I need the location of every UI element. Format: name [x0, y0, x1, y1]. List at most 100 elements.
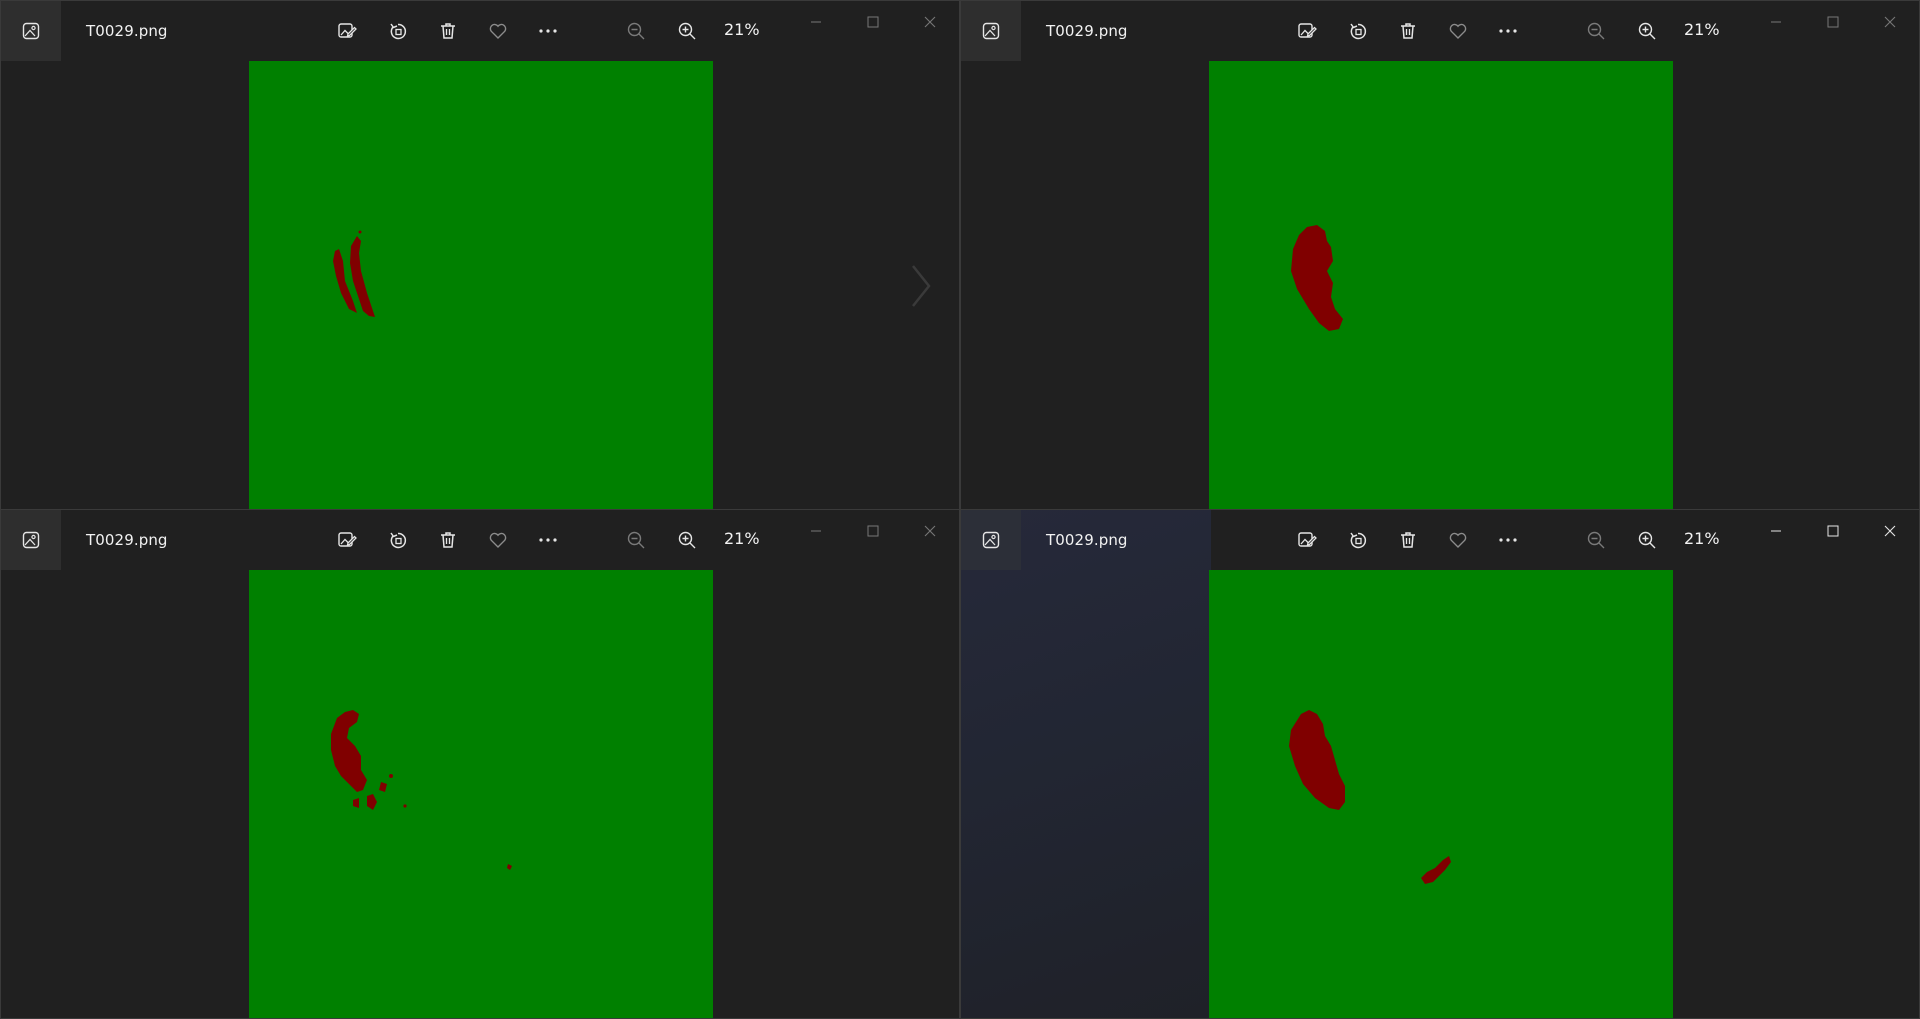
- close-button[interactable]: [907, 7, 953, 37]
- delete-icon: [441, 532, 455, 548]
- more-options-button[interactable]: [1491, 523, 1525, 557]
- zoom-level[interactable]: 21%: [1684, 20, 1720, 39]
- more-options-button[interactable]: [1491, 14, 1525, 48]
- close-button[interactable]: [1867, 7, 1913, 37]
- next-image-button[interactable]: [906, 261, 936, 311]
- minimize-button[interactable]: [1753, 7, 1799, 37]
- chevron-right-icon: [912, 265, 931, 307]
- maximize-button[interactable]: [850, 516, 896, 546]
- photos-app-icon[interactable]: [961, 1, 1021, 61]
- zoom-level[interactable]: 21%: [1684, 529, 1720, 548]
- image-canvas[interactable]: [961, 570, 1919, 1018]
- file-name: T0029.png: [86, 22, 168, 40]
- edit-image-button[interactable]: [1290, 14, 1324, 48]
- zoom-in-icon: [678, 22, 696, 40]
- minimize-icon: [1771, 21, 1781, 23]
- more-options-icon: [539, 29, 557, 33]
- close-button[interactable]: [1867, 516, 1913, 546]
- image-canvas[interactable]: [1, 61, 959, 509]
- rotate-icon: [1350, 532, 1367, 549]
- rotate-icon: [390, 23, 407, 40]
- rotate-button[interactable]: [1341, 523, 1375, 557]
- favorite-icon: [1449, 23, 1467, 39]
- delete-icon: [1401, 532, 1415, 548]
- edit-image-icon: [338, 23, 357, 38]
- rotate-icon: [390, 532, 407, 549]
- close-icon: [1884, 525, 1896, 537]
- zoom-out-button[interactable]: [619, 14, 653, 48]
- zoom-in-button[interactable]: [1630, 523, 1664, 557]
- photo-viewer-window-top-left: T0029.png 21%: [0, 0, 960, 510]
- edit-image-button[interactable]: [330, 523, 364, 557]
- close-button[interactable]: [907, 516, 953, 546]
- delete-button[interactable]: [431, 14, 465, 48]
- maximize-icon: [867, 525, 879, 537]
- edit-image-icon: [338, 532, 357, 547]
- favorite-button[interactable]: [481, 14, 515, 48]
- zoom-out-icon: [1587, 531, 1605, 549]
- segmentation-mask-image: [249, 61, 713, 509]
- rotate-button[interactable]: [381, 14, 415, 48]
- title-bar: T0029.png 21%: [961, 510, 1919, 570]
- mask-speck: [358, 230, 362, 234]
- favorite-button[interactable]: [1441, 14, 1475, 48]
- minimize-button[interactable]: [1753, 516, 1799, 546]
- edit-image-icon: [1298, 23, 1317, 38]
- maximize-button[interactable]: [850, 7, 896, 37]
- edit-image-button[interactable]: [330, 14, 364, 48]
- favorite-icon: [1449, 532, 1467, 548]
- more-options-button[interactable]: [531, 523, 565, 557]
- zoom-out-icon: [627, 531, 645, 549]
- photo-viewer-window-bottom-right: T0029.png 21%: [960, 509, 1920, 1019]
- favorite-button[interactable]: [481, 523, 515, 557]
- edit-image-icon: [1298, 532, 1317, 547]
- zoom-in-button[interactable]: [670, 14, 704, 48]
- favorite-icon: [489, 532, 507, 548]
- rotate-button[interactable]: [381, 523, 415, 557]
- maximize-button[interactable]: [1810, 7, 1856, 37]
- zoom-out-icon: [627, 22, 645, 40]
- zoom-out-button[interactable]: [1579, 14, 1613, 48]
- mask-background: [249, 61, 713, 509]
- maximize-icon: [1827, 16, 1839, 28]
- maximize-icon: [867, 16, 879, 28]
- edit-image-button[interactable]: [1290, 523, 1324, 557]
- image-canvas[interactable]: [961, 61, 1919, 509]
- rotate-button[interactable]: [1341, 14, 1375, 48]
- title-bar: T0029.png 21%: [1, 1, 959, 61]
- zoom-level[interactable]: 21%: [724, 20, 760, 39]
- maximize-icon: [1827, 525, 1839, 537]
- zoom-out-button[interactable]: [1579, 523, 1613, 557]
- photo-viewer-window-bottom-left: T0029.png 21%: [0, 509, 960, 1019]
- zoom-in-button[interactable]: [670, 523, 704, 557]
- zoom-level[interactable]: 21%: [724, 529, 760, 548]
- minimize-icon: [1771, 530, 1781, 532]
- more-options-icon: [1499, 538, 1517, 542]
- zoom-in-icon: [1638, 531, 1656, 549]
- zoom-out-button[interactable]: [619, 523, 653, 557]
- more-options-button[interactable]: [531, 14, 565, 48]
- rotate-icon: [1350, 23, 1367, 40]
- delete-button[interactable]: [1391, 523, 1425, 557]
- zoom-in-icon: [1638, 22, 1656, 40]
- minimize-button[interactable]: [793, 7, 839, 37]
- mask-background: [1209, 61, 1673, 509]
- photo-viewer-window-top-right: T0029.png 21%: [960, 0, 1920, 510]
- close-icon: [1884, 16, 1896, 28]
- photos-app-icon[interactable]: [1, 510, 61, 570]
- segmentation-mask-image: [249, 570, 713, 1018]
- title-bar: T0029.png 21%: [961, 1, 1919, 61]
- minimize-button[interactable]: [793, 516, 839, 546]
- favorite-button[interactable]: [1441, 523, 1475, 557]
- image-canvas[interactable]: [1, 570, 959, 1018]
- photos-app-icon[interactable]: [961, 510, 1021, 570]
- photos-app-icon[interactable]: [1, 1, 61, 61]
- maximize-button[interactable]: [1810, 516, 1856, 546]
- minimize-icon: [811, 530, 821, 532]
- zoom-in-button[interactable]: [1630, 14, 1664, 48]
- segmentation-mask-image: [1209, 570, 1673, 1018]
- favorite-icon: [489, 23, 507, 39]
- mask-speck: [389, 774, 393, 778]
- delete-button[interactable]: [1391, 14, 1425, 48]
- delete-button[interactable]: [431, 523, 465, 557]
